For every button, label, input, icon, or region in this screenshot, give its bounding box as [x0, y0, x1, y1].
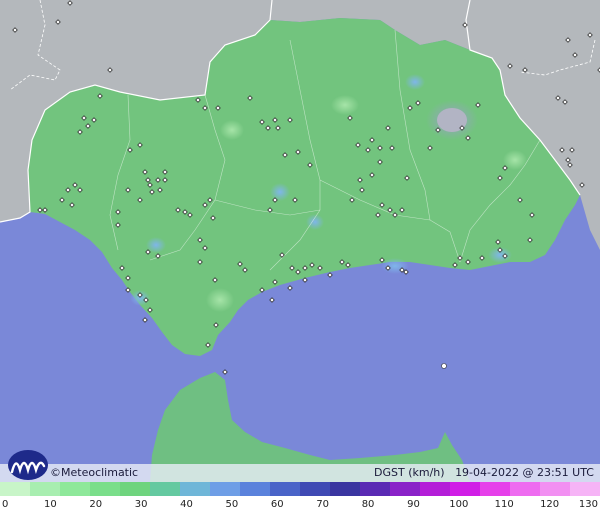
- alboran-island: [441, 363, 447, 369]
- hotspot-blue-1: [405, 74, 425, 90]
- hotspot-light-4: [206, 288, 234, 312]
- legend-swatch: [510, 482, 540, 496]
- hotspot-blue-3: [306, 214, 324, 230]
- legend-swatch: [540, 482, 570, 496]
- legend-swatch: [210, 482, 240, 496]
- legend-tick: 30: [134, 499, 148, 510]
- legend-tick: 60: [270, 499, 284, 510]
- legend-swatch: [450, 482, 480, 496]
- legend-tick: 120: [540, 499, 560, 510]
- legend-swatch: [360, 482, 390, 496]
- legend-tick: 70: [316, 499, 330, 510]
- legend-swatch: [240, 482, 270, 496]
- legend-swatch: [0, 482, 30, 496]
- legend-tick: 110: [494, 499, 514, 510]
- legend-tick-labels: 0 10 20 30 40 50 60 70 80 90 100 110 120 130: [0, 499, 600, 513]
- legend-swatch: [300, 482, 330, 496]
- datetime-label: 19-04-2022 @ 23:51 UTC: [455, 466, 594, 479]
- legend-swatch: [480, 482, 510, 496]
- legend-swatch: [330, 482, 360, 496]
- legend-tick: 90: [407, 499, 420, 510]
- legend-swatch: [420, 482, 450, 496]
- meteoclimatic-logo-icon: [8, 450, 48, 480]
- copyright-symbol: ©: [50, 466, 61, 479]
- color-legend: 0 10 20 30 40 50 60 70 80 90 100 110 120 130: [0, 482, 600, 517]
- legend-swatch: [90, 482, 120, 496]
- legend-color-ramp: [0, 482, 600, 496]
- legend-tick: 130: [578, 499, 598, 510]
- legend-tick: 100: [449, 499, 469, 510]
- legend-tick: 80: [361, 499, 375, 510]
- legend-tick: 50: [225, 499, 239, 510]
- variable-label: DGST (km/h): [374, 466, 445, 479]
- legend-swatch: [570, 482, 600, 496]
- legend-swatch: [180, 482, 210, 496]
- brand-name: Meteoclimatic: [61, 466, 139, 479]
- hotspot-light-1: [331, 95, 359, 115]
- hotspot-light-3: [220, 120, 244, 140]
- hotspot-blue-2: [270, 183, 290, 201]
- wind-gust-map: [0, 0, 600, 482]
- legend-swatch: [60, 482, 90, 496]
- brand-label: ©Meteoclimatic: [50, 466, 138, 480]
- legend-swatch: [30, 482, 60, 496]
- legend-swatch: [390, 482, 420, 496]
- legend-tick: 40: [180, 499, 193, 510]
- map-info: DGST (km/h) 19-04-2022 @ 23:51 UTC: [374, 466, 594, 480]
- legend-swatch: [120, 482, 150, 496]
- legend-swatch: [150, 482, 180, 496]
- legend-tick: 20: [89, 499, 103, 510]
- legend-swatch: [270, 482, 300, 496]
- legend-tick: 10: [44, 499, 57, 510]
- legend-tick: 0: [2, 499, 9, 510]
